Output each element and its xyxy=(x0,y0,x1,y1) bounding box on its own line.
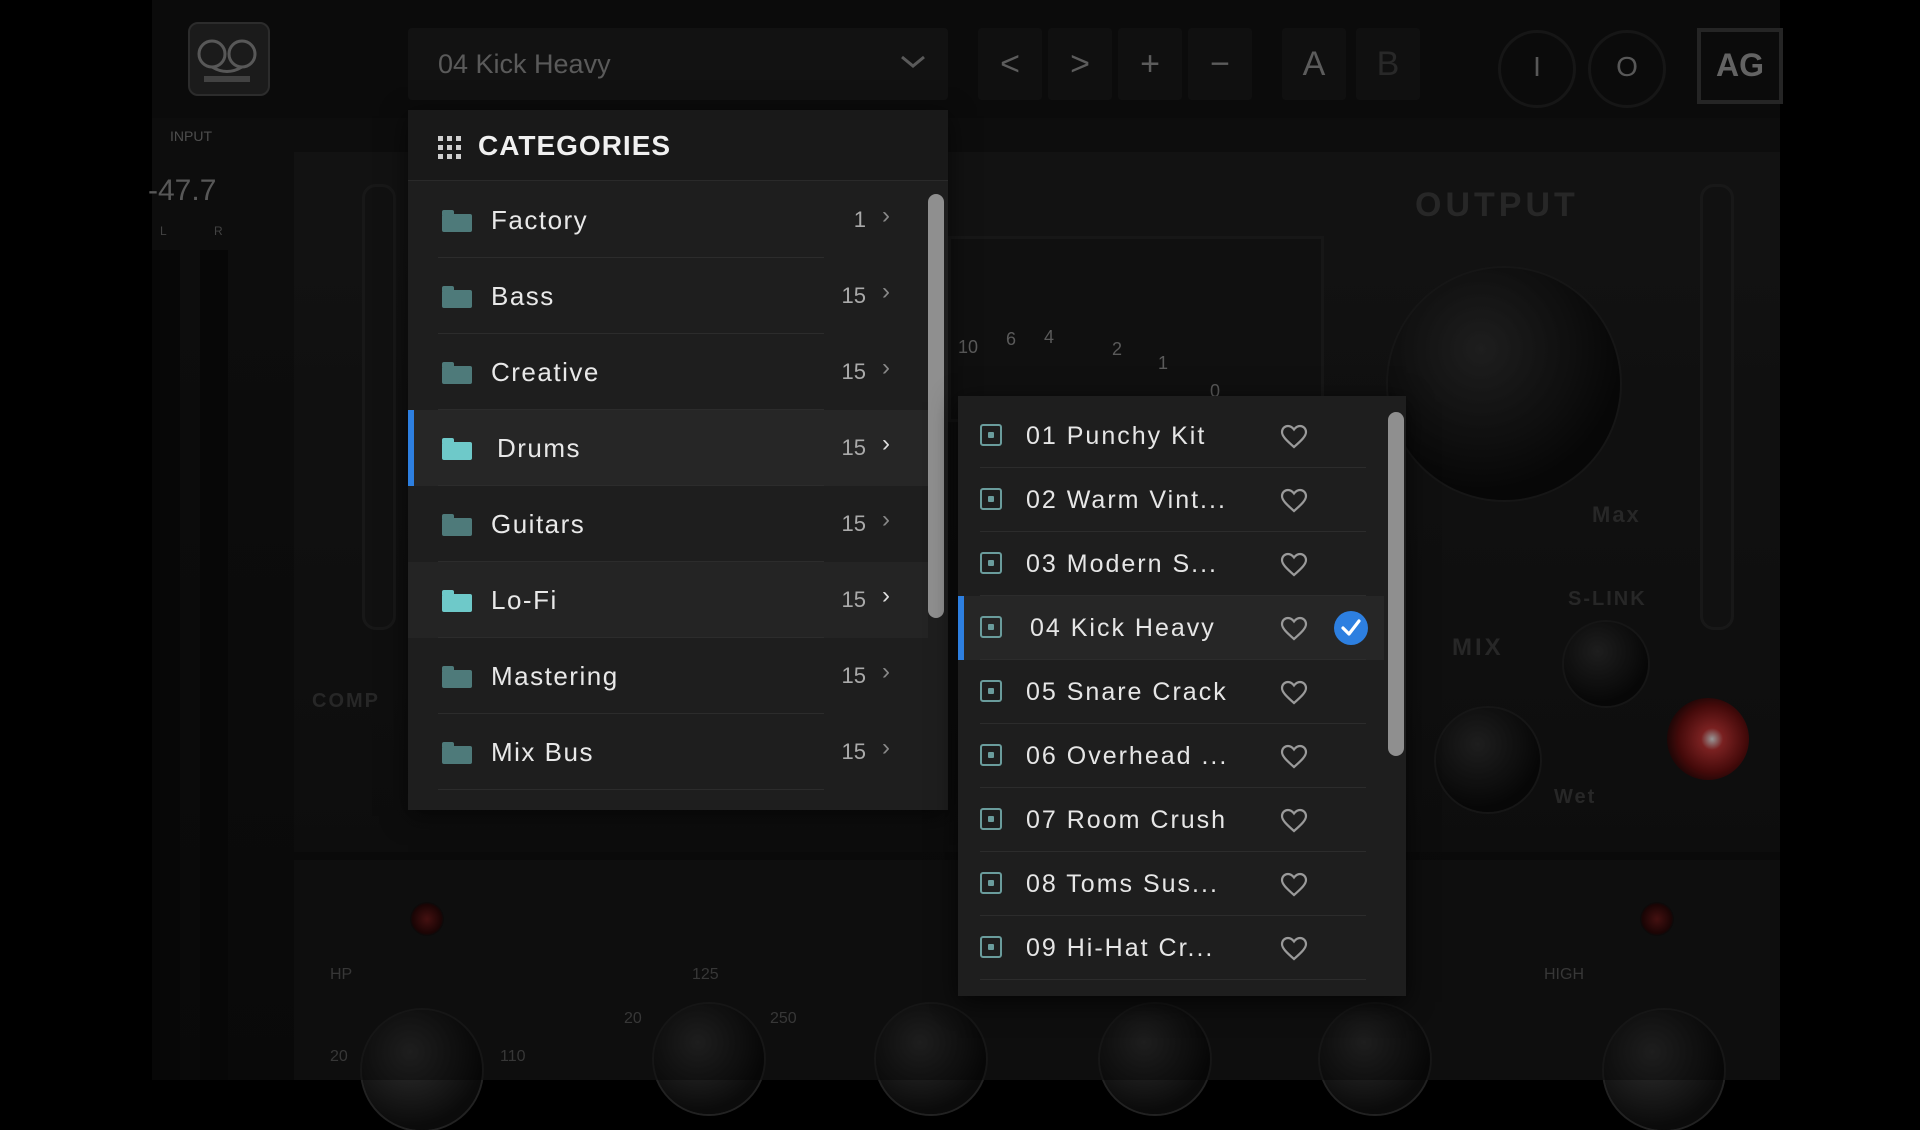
preset-file-icon xyxy=(980,872,1002,894)
preset-item-07-room-crush[interactable]: 07 Room Crush xyxy=(958,788,1384,852)
category-label: Factory xyxy=(491,205,589,235)
preset-label: 06 Overhead ... xyxy=(1026,742,1229,770)
category-item-lo-fi[interactable]: Lo-Fi 15 › xyxy=(408,562,928,638)
preset-label: 08 Toms Sus... xyxy=(1026,870,1219,898)
category-label: Bass xyxy=(491,281,555,311)
preset-item-06-overhead[interactable]: 06 Overhead ... xyxy=(958,724,1384,788)
heart-icon[interactable] xyxy=(1280,424,1308,450)
preset-file-icon xyxy=(980,808,1002,830)
preset-item-08-toms-sus[interactable]: 08 Toms Sus... xyxy=(958,852,1384,916)
chevron-right-icon: › xyxy=(882,582,890,609)
folder-icon xyxy=(442,514,472,536)
chevron-right-icon: › xyxy=(882,506,890,533)
preset-label: 07 Room Crush xyxy=(1026,806,1228,834)
folder-icon xyxy=(442,438,472,460)
category-label: Lo-Fi xyxy=(491,585,558,615)
category-label: Drums xyxy=(497,433,582,463)
category-label: Mix Bus xyxy=(491,737,594,767)
preset-file-icon xyxy=(980,680,1002,702)
preset-label: 04 Kick Heavy xyxy=(1030,614,1216,642)
heart-icon[interactable] xyxy=(1280,552,1308,578)
preset-item-05-snare-crack[interactable]: 05 Snare Crack xyxy=(958,660,1384,724)
categories-menu: CATEGORIES Factory 1 › Bass 15 › Creative 15 › Dr… xyxy=(408,110,948,810)
heart-icon[interactable] xyxy=(1280,936,1308,962)
heart-icon[interactable] xyxy=(1280,616,1308,642)
heart-icon[interactable] xyxy=(1280,872,1308,898)
preset-file-icon xyxy=(980,488,1002,510)
preset-label: 01 Punchy Kit xyxy=(1026,422,1207,450)
categories-header: CATEGORIES xyxy=(408,110,948,181)
preset-file-icon xyxy=(980,616,1002,638)
category-count: 1 xyxy=(853,207,866,232)
preset-label: 05 Snare Crack xyxy=(1026,678,1228,706)
preset-item-03-modern-s[interactable]: 03 Modern S... xyxy=(958,532,1384,596)
heart-icon[interactable] xyxy=(1280,808,1308,834)
heart-icon[interactable] xyxy=(1280,744,1308,770)
category-count: 15 xyxy=(841,663,866,688)
category-item-creative[interactable]: Creative 15 › xyxy=(408,334,928,410)
category-item-factory[interactable]: Factory 1 › xyxy=(408,182,928,258)
preset-item-01-punchy-kit[interactable]: 01 Punchy Kit xyxy=(958,404,1384,468)
category-count: 15 xyxy=(841,587,866,612)
grid-icon xyxy=(438,136,462,160)
selection-accent xyxy=(958,596,964,660)
category-count: 15 xyxy=(841,511,866,536)
preset-label: 09 Hi-Hat Cr... xyxy=(1026,934,1215,962)
category-item-guitars[interactable]: Guitars 15 › xyxy=(408,486,928,562)
folder-icon xyxy=(442,666,472,688)
chevron-right-icon: › xyxy=(882,734,890,761)
folder-icon xyxy=(442,590,472,612)
folder-icon xyxy=(442,286,472,308)
chevron-right-icon: › xyxy=(882,202,890,229)
categories-title: CATEGORIES xyxy=(478,130,672,161)
category-item-mix-bus[interactable]: Mix Bus 15 › xyxy=(408,714,928,790)
preset-file-icon xyxy=(980,552,1002,574)
category-item-drums[interactable]: Drums 15 › xyxy=(408,410,928,486)
category-label: Guitars xyxy=(491,509,586,539)
presets-list: 01 Punchy Kit 02 Warm Vint... 03 Modern S.… xyxy=(958,404,1384,980)
category-count: 15 xyxy=(841,283,866,308)
folder-icon xyxy=(442,742,472,764)
category-item-mastering[interactable]: Mastering 15 › xyxy=(408,638,928,714)
chevron-right-icon: › xyxy=(882,430,890,457)
presets-scrollbar[interactable] xyxy=(1388,412,1404,756)
selection-accent xyxy=(408,410,414,486)
category-count: 15 xyxy=(841,739,866,764)
category-count: 15 xyxy=(841,435,866,460)
divider xyxy=(980,979,1366,980)
category-label: Mastering xyxy=(491,661,619,691)
chevron-right-icon: › xyxy=(882,278,890,305)
preset-file-icon xyxy=(980,936,1002,958)
checkmark-icon xyxy=(1334,611,1368,645)
folder-icon xyxy=(442,362,472,384)
heart-icon[interactable] xyxy=(1280,488,1308,514)
category-label: Creative xyxy=(491,357,600,387)
preset-label: 02 Warm Vint... xyxy=(1026,486,1227,514)
heart-icon[interactable] xyxy=(1280,680,1308,706)
folder-icon xyxy=(442,210,472,232)
preset-item-09-hi-hat-cr[interactable]: 09 Hi-Hat Cr... xyxy=(958,916,1384,980)
category-count: 15 xyxy=(841,359,866,384)
preset-item-04-kick-heavy[interactable]: 04 Kick Heavy xyxy=(958,596,1384,660)
categories-scrollbar[interactable] xyxy=(928,194,944,618)
divider xyxy=(438,789,824,790)
preset-item-02-warm-vint[interactable]: 02 Warm Vint... xyxy=(958,468,1384,532)
chevron-right-icon: › xyxy=(882,354,890,381)
preset-label: 03 Modern S... xyxy=(1026,550,1218,578)
category-item-bass[interactable]: Bass 15 › xyxy=(408,258,928,334)
presets-submenu: 01 Punchy Kit 02 Warm Vint... 03 Modern S.… xyxy=(958,396,1406,996)
chevron-right-icon: › xyxy=(882,658,890,685)
preset-file-icon xyxy=(980,744,1002,766)
categories-list: Factory 1 › Bass 15 › Creative 15 › Drums 15 › Guita… xyxy=(408,182,928,790)
preset-file-icon xyxy=(980,424,1002,446)
